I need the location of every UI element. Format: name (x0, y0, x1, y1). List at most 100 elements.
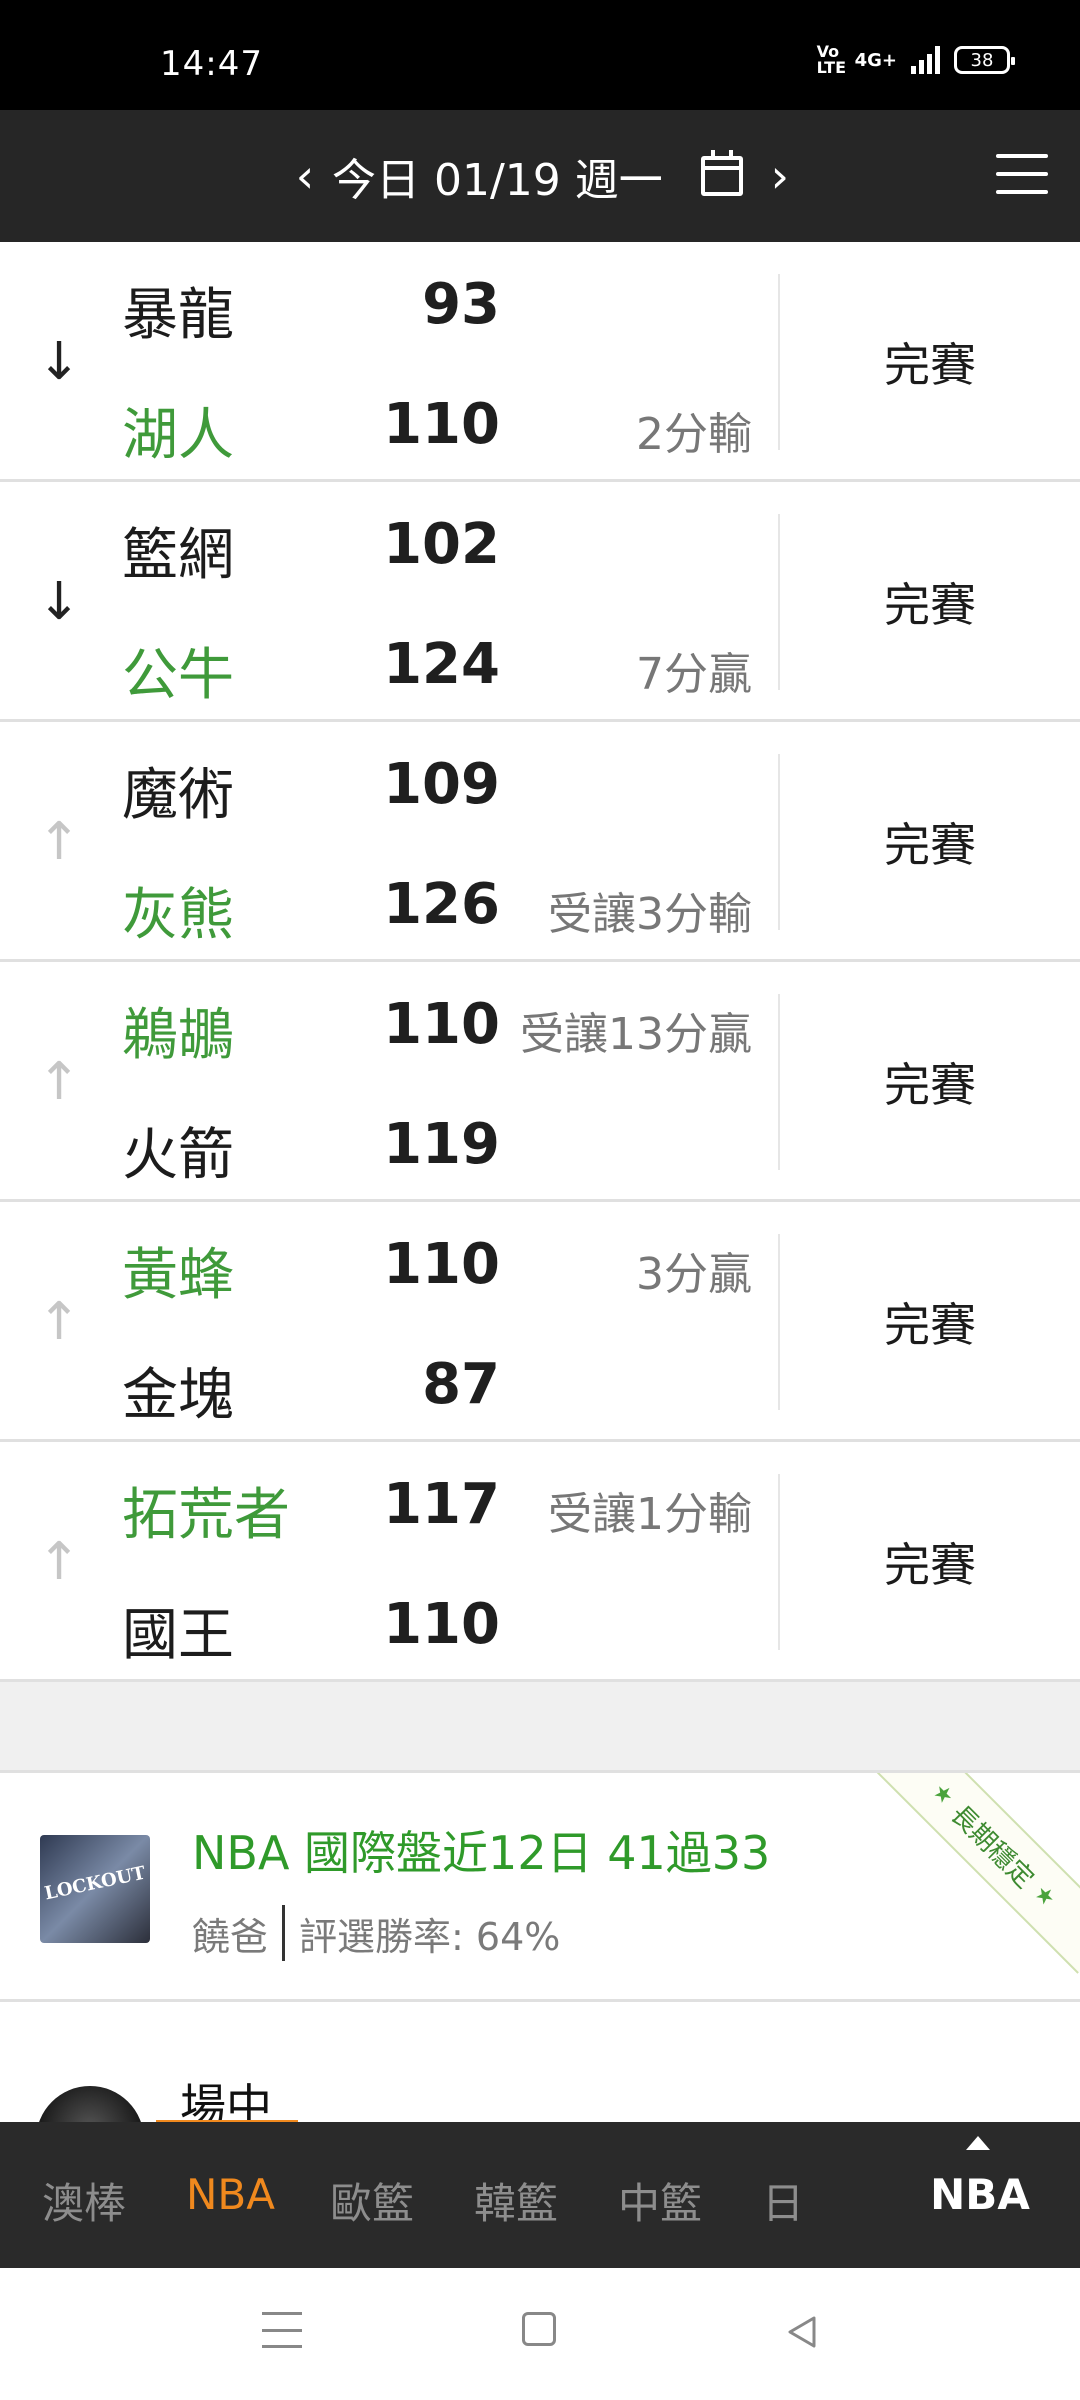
signal-icon (911, 46, 940, 74)
away-team-row: 公牛 124 7分贏 (0, 602, 780, 722)
team-name: 鵜鶘 (122, 1003, 234, 1068)
volte-icon: Vo LTE (816, 42, 846, 77)
avatar-logo-text: LOCKOUT (42, 1862, 148, 1905)
clock: 14:47 (160, 44, 263, 84)
league-tab[interactable]: 韓籃 (474, 2170, 558, 2231)
team-name: 湖人 (122, 403, 234, 468)
pick-title: NBA 國際盤近12日 41過33 (192, 1826, 771, 1880)
avatar (36, 2086, 144, 2122)
team-score: 102 (383, 512, 500, 577)
spread-result: 受讓1分輸 (548, 1489, 752, 1540)
games-list: ↓ 暴龍 93 湖人 110 2分輸 完賽 ↓ 籃網 102 公牛 124 7分贏 完賽 ↑ 魔術 109 灰熊 1… (0, 242, 1080, 1682)
team-name: 金塊 (122, 1363, 234, 1428)
away-team-row: 火箭 119 (0, 1082, 780, 1202)
game-status: 完賽 (884, 1058, 976, 1112)
game-row[interactable]: ↑ 鵜鶘 110 受讓13分贏 火箭 119 完賽 (0, 962, 1080, 1202)
ribbon-label: 長期穩定 (944, 1799, 1040, 1895)
team-score: 119 (383, 1112, 500, 1177)
win-rate: 評選勝率: 64% (299, 1914, 561, 1959)
team-score: 124 (383, 632, 500, 697)
team-score: 109 (383, 752, 500, 817)
meta-separator (282, 1905, 286, 1961)
battery-level: 38 (970, 49, 994, 71)
team-score: 93 (422, 272, 500, 337)
team-name: 灰熊 (122, 883, 234, 948)
hamburger-menu-icon[interactable] (996, 154, 1048, 194)
game-row[interactable]: ↓ 暴龍 93 湖人 110 2分輸 完賽 (0, 242, 1080, 482)
spread-result: 7分贏 (636, 649, 752, 700)
spread-result: 受讓3分輸 (548, 889, 752, 940)
home-team-row: 籃網 102 (0, 482, 780, 602)
current-league-label: NBA (930, 2170, 1030, 2219)
caret-up-icon (966, 2136, 990, 2150)
league-tab-bar: 澳棒 NBA 歐籃 韓籃 中籃 日 NBA (0, 2122, 1080, 2268)
game-row[interactable]: ↑ 拓荒者 117 受讓1分輸 國王 110 完賽 (0, 1442, 1080, 1682)
team-name: 國王 (122, 1603, 234, 1668)
home-team-row: 鵜鶘 110 受讓13分贏 (0, 962, 780, 1082)
battery-icon: 38 (954, 46, 1015, 74)
game-row[interactable]: ↑ 魔術 109 灰熊 126 受讓3分輸 完賽 (0, 722, 1080, 962)
section-divider (0, 1682, 1080, 1770)
home-team-row: 暴龍 93 (0, 242, 780, 362)
league-tab[interactable]: 歐籃 (330, 2170, 414, 2231)
home-icon[interactable] (522, 2312, 556, 2346)
away-team-row: 國王 110 (0, 1562, 780, 1682)
game-row[interactable]: ↑ 黃蜂 110 3分贏 金塊 87 完賽 (0, 1202, 1080, 1442)
expert-avatar: LOCKOUT (40, 1835, 150, 1943)
game-row[interactable]: ↓ 籃網 102 公牛 124 7分贏 完賽 (0, 482, 1080, 722)
current-league-selector[interactable]: NBA (880, 2122, 1080, 2268)
team-score: 117 (383, 1472, 500, 1537)
game-status: 完賽 (884, 1298, 976, 1352)
away-team-row: 灰熊 126 受讓3分輸 (0, 842, 780, 962)
team-score: 110 (383, 392, 500, 457)
game-status: 完賽 (884, 818, 976, 872)
status-bar: 14:47 Vo LTE 4G+ 38 (0, 0, 1080, 110)
game-status: 完賽 (884, 578, 976, 632)
team-score: 126 (383, 872, 500, 937)
team-name: 黃蜂 (122, 1243, 234, 1308)
back-icon[interactable] (782, 2312, 822, 2352)
team-name: 拓荒者 (122, 1483, 290, 1548)
league-tab[interactable]: NBA (186, 2170, 275, 2219)
date-label[interactable]: 今日 01/19 週一 (332, 144, 663, 208)
league-tab[interactable]: 澳棒 (42, 2170, 126, 2231)
star-icon: ★ (1029, 1880, 1061, 1912)
star-icon: ★ (927, 1778, 959, 1810)
team-score: 110 (383, 992, 500, 1057)
spread-result: 受讓13分贏 (520, 1009, 752, 1060)
spread-result: 3分贏 (636, 1249, 752, 1300)
status-icons: Vo LTE 4G+ 38 (816, 42, 1015, 77)
recent-apps-icon[interactable] (262, 2312, 302, 2348)
expert-pick-card[interactable]: LOCKOUT NBA 國際盤近12日 41過33 饒爸 評選勝率: 64% ★… (0, 1770, 1080, 2002)
team-name: 暴龍 (122, 283, 234, 348)
calendar-icon[interactable] (700, 150, 743, 196)
team-score: 110 (383, 1232, 500, 1297)
expert-name: 饒爸 (192, 1914, 269, 1959)
home-team-row: 拓荒者 117 受讓1分輸 (0, 1442, 780, 1562)
home-team-row: 黃蜂 110 3分贏 (0, 1202, 780, 1322)
team-name: 公牛 (122, 643, 234, 708)
tab-live[interactable]: 場中 (180, 2070, 272, 2122)
team-name: 魔術 (122, 763, 234, 828)
game-status: 完賽 (884, 1538, 976, 1592)
spread-result: 2分輸 (636, 409, 752, 460)
team-name: 火箭 (122, 1123, 234, 1188)
home-team-row: 魔術 109 (0, 722, 780, 842)
league-tab[interactable]: 中籃 (618, 2170, 702, 2231)
team-name: 籃網 (122, 523, 234, 588)
away-team-row: 湖人 110 2分輸 (0, 362, 780, 482)
chevron-right-icon[interactable]: › (765, 149, 795, 203)
team-score: 87 (422, 1352, 500, 1417)
game-status: 完賽 (884, 338, 976, 392)
chevron-left-icon[interactable]: ‹ (290, 149, 320, 203)
live-section: 場中 (0, 2002, 1080, 2122)
league-tab[interactable]: 日 (762, 2170, 804, 2231)
system-nav-bar (0, 2268, 1080, 2400)
date-navigator: ‹ 今日 01/19 週一 › (290, 110, 795, 242)
away-team-row: 金塊 87 (0, 1322, 780, 1442)
date-header: ‹ 今日 01/19 週一 › (0, 110, 1080, 242)
stable-ribbon: ★ 長期穩定 ★ (865, 1773, 1080, 1974)
team-score: 110 (383, 1592, 500, 1657)
pick-meta: 饒爸 評選勝率: 64% (192, 1905, 560, 1961)
network-type: 4G+ (854, 49, 897, 71)
